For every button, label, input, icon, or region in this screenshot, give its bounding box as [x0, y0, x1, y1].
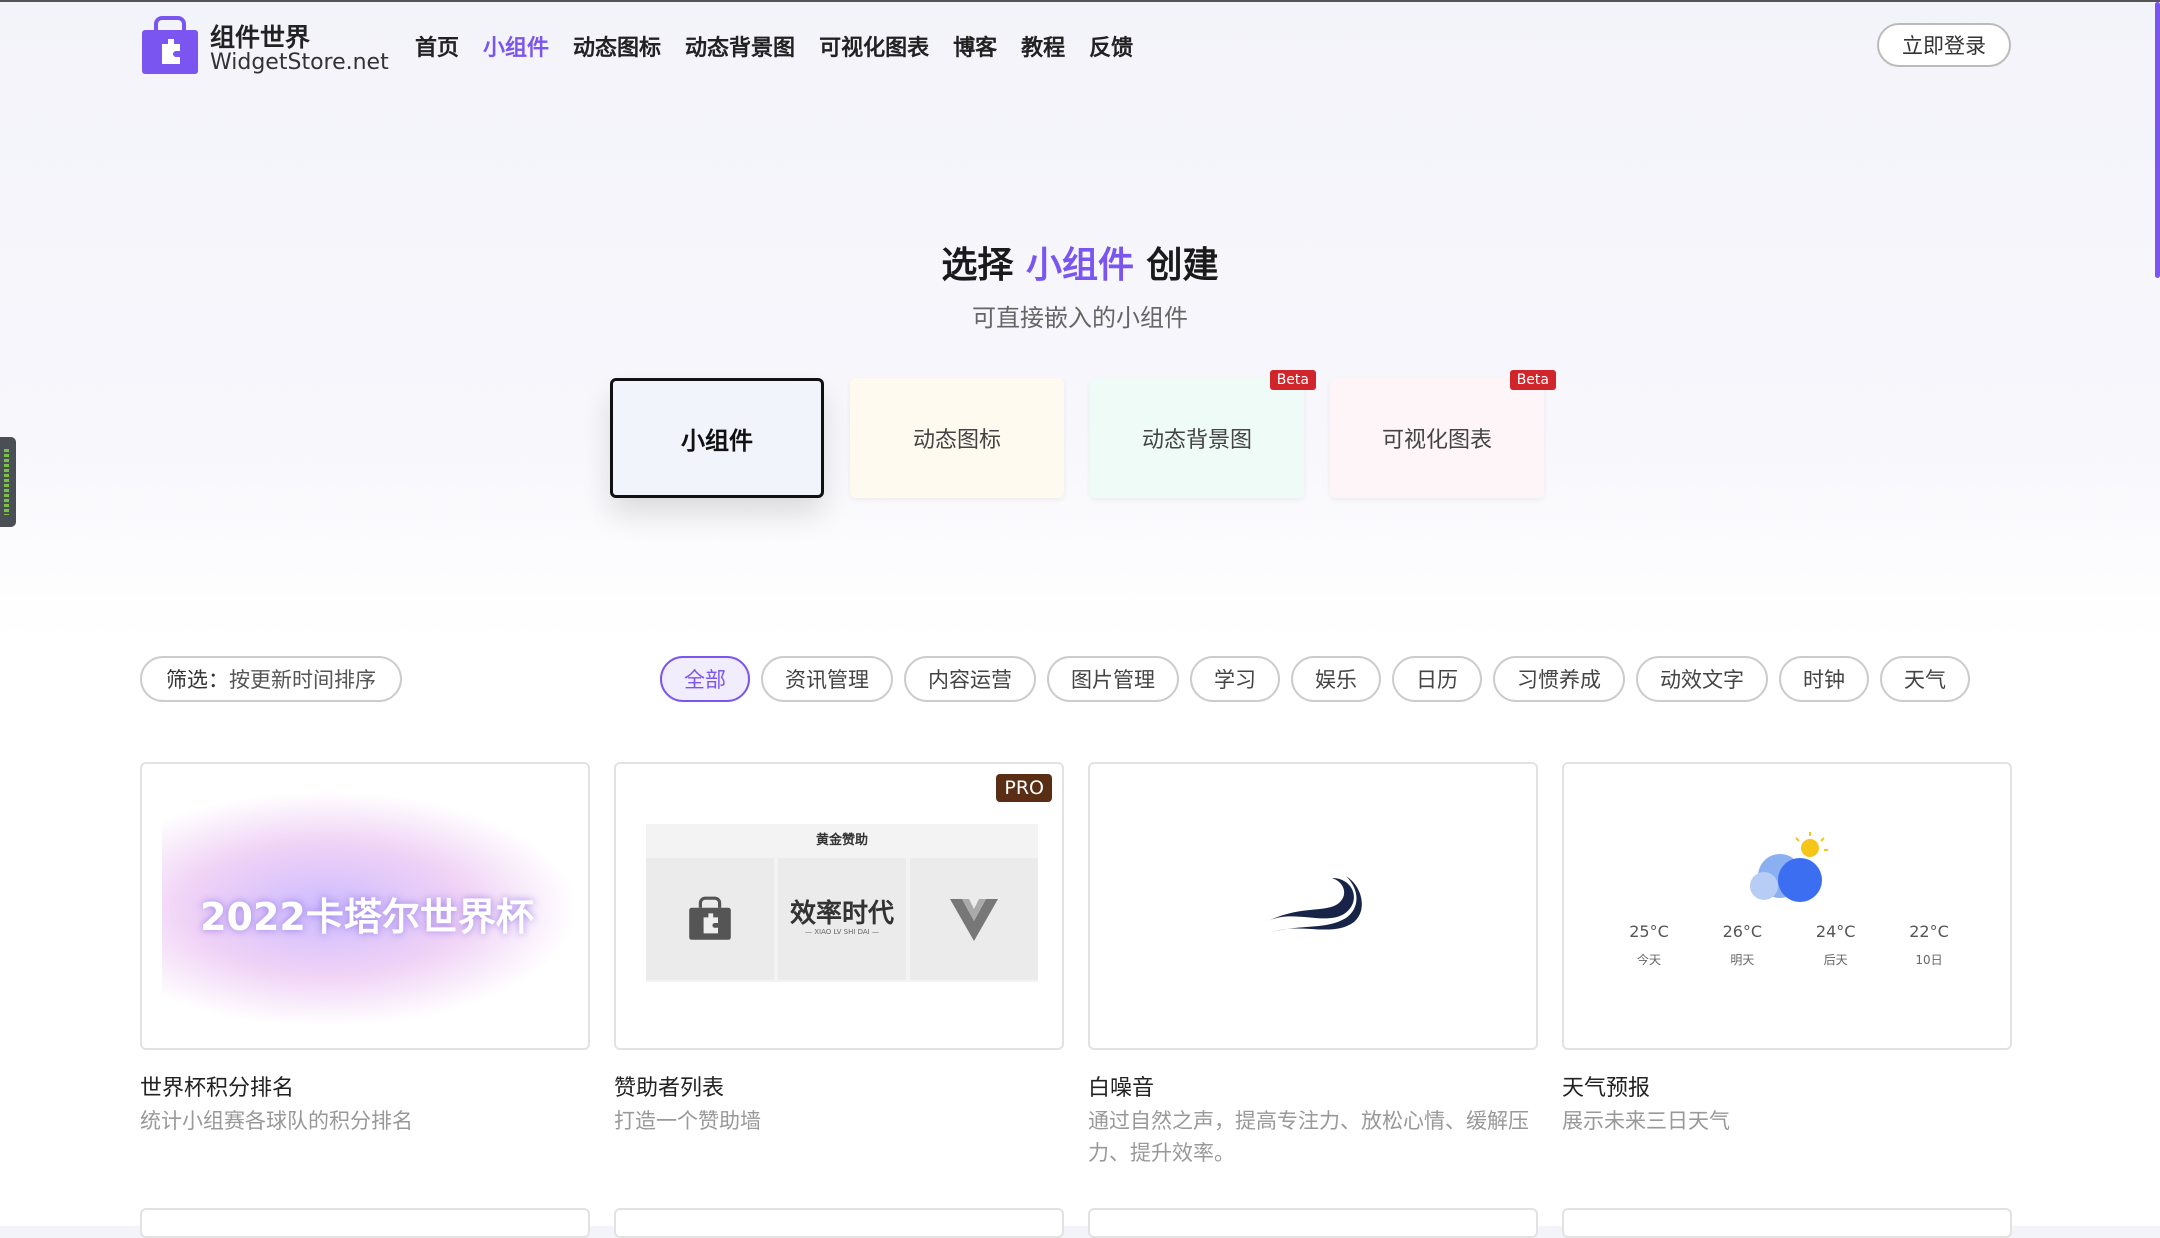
widget-card-weather[interactable]: 25°C 今天 26°C 明天 24°C 后天 22°C 10日 — [1562, 762, 2012, 1050]
cloud-sun-icon — [1750, 832, 1828, 902]
forecast-temp: 25°C — [1629, 922, 1669, 941]
beta-badge: Beta — [1509, 370, 1556, 390]
forecast-day: 22°C 10日 — [1894, 922, 1964, 968]
v-logo-icon — [950, 899, 998, 941]
tag-content[interactable]: 内容运营 — [904, 656, 1036, 702]
tag-images[interactable]: 图片管理 — [1047, 656, 1179, 702]
tag-weather[interactable]: 天气 — [1880, 656, 1970, 702]
top-border — [0, 0, 2160, 2]
forecast-day: 24°C 后天 — [1801, 922, 1871, 968]
tag-animated-text[interactable]: 动效文字 — [1636, 656, 1768, 702]
tag-all[interactable]: 全部 — [660, 656, 750, 702]
widget-title[interactable]: 赞助者列表 — [614, 1070, 724, 1102]
widget-desc: 展示未来三日天气 — [1562, 1109, 1730, 1133]
sort-value: 按更新时间排序 — [229, 668, 376, 692]
nav-item-charts[interactable]: 可视化图表 — [819, 30, 929, 62]
beta-badge: Beta — [1269, 370, 1316, 390]
forecast-day: 26°C 明天 — [1707, 922, 1777, 968]
sponsor-preview: 黄金赞助 效率时代 — XIAO LV SHI DAI — — [646, 824, 1038, 982]
widget-card[interactable] — [140, 1208, 590, 1238]
category-card-charts[interactable]: 可视化图表 Beta — [1330, 370, 1556, 498]
sponsor-cell — [910, 858, 1038, 980]
sort-label: 筛选： — [166, 668, 229, 692]
sponsor-brand-name: 效率时代 — [789, 899, 894, 929]
forecast-label: 10日 — [1915, 953, 1943, 967]
main-nav: 首页 小组件 动态图标 动态背景图 可视化图表 博客 教程 反馈 — [415, 30, 1157, 62]
equalizer-icon — [4, 449, 9, 515]
nav-item-animated-backgrounds[interactable]: 动态背景图 — [685, 30, 795, 62]
widget-title[interactable]: 白噪音 — [1088, 1070, 1154, 1102]
forecast-temp: 24°C — [1815, 922, 1856, 941]
sponsor-brand-logo: 效率时代 — XIAO LV SHI DAI — — [790, 901, 894, 937]
sponsor-cell — [646, 858, 774, 980]
sponsor-cell: 效率时代 — XIAO LV SHI DAI — — [778, 858, 906, 980]
widget-desc: 统计小组赛各球队的积分排名 — [140, 1109, 413, 1133]
bag-logo-icon — [689, 896, 731, 940]
widget-card-white-noise[interactable] — [1088, 762, 1538, 1050]
category-label: 可视化图表 — [1381, 428, 1492, 453]
brand-subtitle[interactable]: WidgetStore.net — [210, 50, 389, 75]
category-card-animated-backgrounds[interactable]: 动态背景图 Beta — [1090, 370, 1316, 498]
brand-title[interactable]: 组件世界 — [210, 18, 310, 54]
hero-title: 选择 小组件 创建 — [0, 236, 2160, 288]
nav-item-feedback[interactable]: 反馈 — [1089, 30, 1133, 62]
nav-item-blog[interactable]: 博客 — [953, 30, 997, 62]
forecast-label: 明天 — [1730, 953, 1755, 967]
forecast-label: 后天 — [1823, 953, 1848, 967]
hero-title-suffix: 创建 — [1146, 245, 1219, 286]
nav-item-animated-icons[interactable]: 动态图标 — [573, 30, 661, 62]
category-card-animated-icons[interactable]: 动态图标 — [850, 378, 1064, 498]
widget-title[interactable]: 世界杯积分排名 — [140, 1070, 294, 1102]
widget-title[interactable]: 天气预报 — [1562, 1070, 1650, 1102]
widget-card[interactable] — [1562, 1208, 2012, 1238]
widget-card-sponsors[interactable]: PRO 黄金赞助 效率时代 — XIAO LV SHI DAI — — [614, 762, 1064, 1050]
preview-heading: 黄金赞助 — [815, 833, 868, 848]
brand-logo-icon[interactable] — [140, 16, 200, 76]
forecast-temp: 22°C — [1909, 922, 1949, 941]
sponsor-brand-sub: — XIAO LV SHI DAI — — [805, 928, 879, 936]
preview-text: 2022卡塔尔世界杯 — [200, 895, 534, 939]
tag-calendar[interactable]: 日历 — [1392, 656, 1482, 702]
category-card-widgets[interactable]: 小组件 — [610, 378, 824, 498]
forecast-label: 今天 — [1636, 953, 1661, 967]
category-label: 动态背景图 — [1141, 428, 1252, 453]
hero-title-highlight: 小组件 — [1025, 245, 1134, 286]
login-button[interactable]: 立即登录 — [1877, 23, 2011, 67]
widget-card[interactable] — [1088, 1208, 1538, 1238]
sort-dropdown[interactable]: 筛选： 按更新时间排序 — [140, 656, 402, 702]
widget-desc: 打造一个赞助墙 — [614, 1109, 761, 1133]
side-panel-handle[interactable] — [0, 437, 16, 527]
forecast-temp: 26°C — [1722, 922, 1763, 941]
widget-desc: 通过自然之声，提高专注力、放松心情、缓解压力、提升效率。 — [1088, 1109, 1529, 1165]
category-label: 小组件 — [681, 426, 753, 455]
hero-subtitle: 可直接嵌入的小组件 — [972, 304, 1188, 332]
nav-item-tutorials[interactable]: 教程 — [1021, 30, 1065, 62]
tag-entertainment[interactable]: 娱乐 — [1291, 656, 1381, 702]
tag-clock[interactable]: 时钟 — [1779, 656, 1869, 702]
pro-badge: PRO — [996, 774, 1052, 802]
nav-item-home[interactable]: 首页 — [415, 30, 459, 62]
tag-study[interactable]: 学习 — [1190, 656, 1280, 702]
nav-item-widgets[interactable]: 小组件 — [483, 30, 549, 62]
hero-title-prefix: 选择 — [941, 245, 1014, 286]
forecast-day: 25°C 今天 — [1614, 922, 1684, 968]
widget-card[interactable] — [614, 1208, 1064, 1238]
forecast-row: 25°C 今天 26°C 明天 24°C 后天 22°C 10日 — [1614, 922, 1964, 968]
tag-filter-bar: 全部 资讯管理 内容运营 图片管理 学习 娱乐 日历 习惯养成 动效文字 时钟 … — [660, 656, 1981, 702]
tag-habits[interactable]: 习惯养成 — [1493, 656, 1625, 702]
category-label: 动态图标 — [912, 428, 1001, 453]
tag-news[interactable]: 资讯管理 — [761, 656, 893, 702]
widget-card-worldcup[interactable]: 2022卡塔尔世界杯 — [140, 762, 590, 1050]
wave-icon — [1266, 876, 1362, 932]
